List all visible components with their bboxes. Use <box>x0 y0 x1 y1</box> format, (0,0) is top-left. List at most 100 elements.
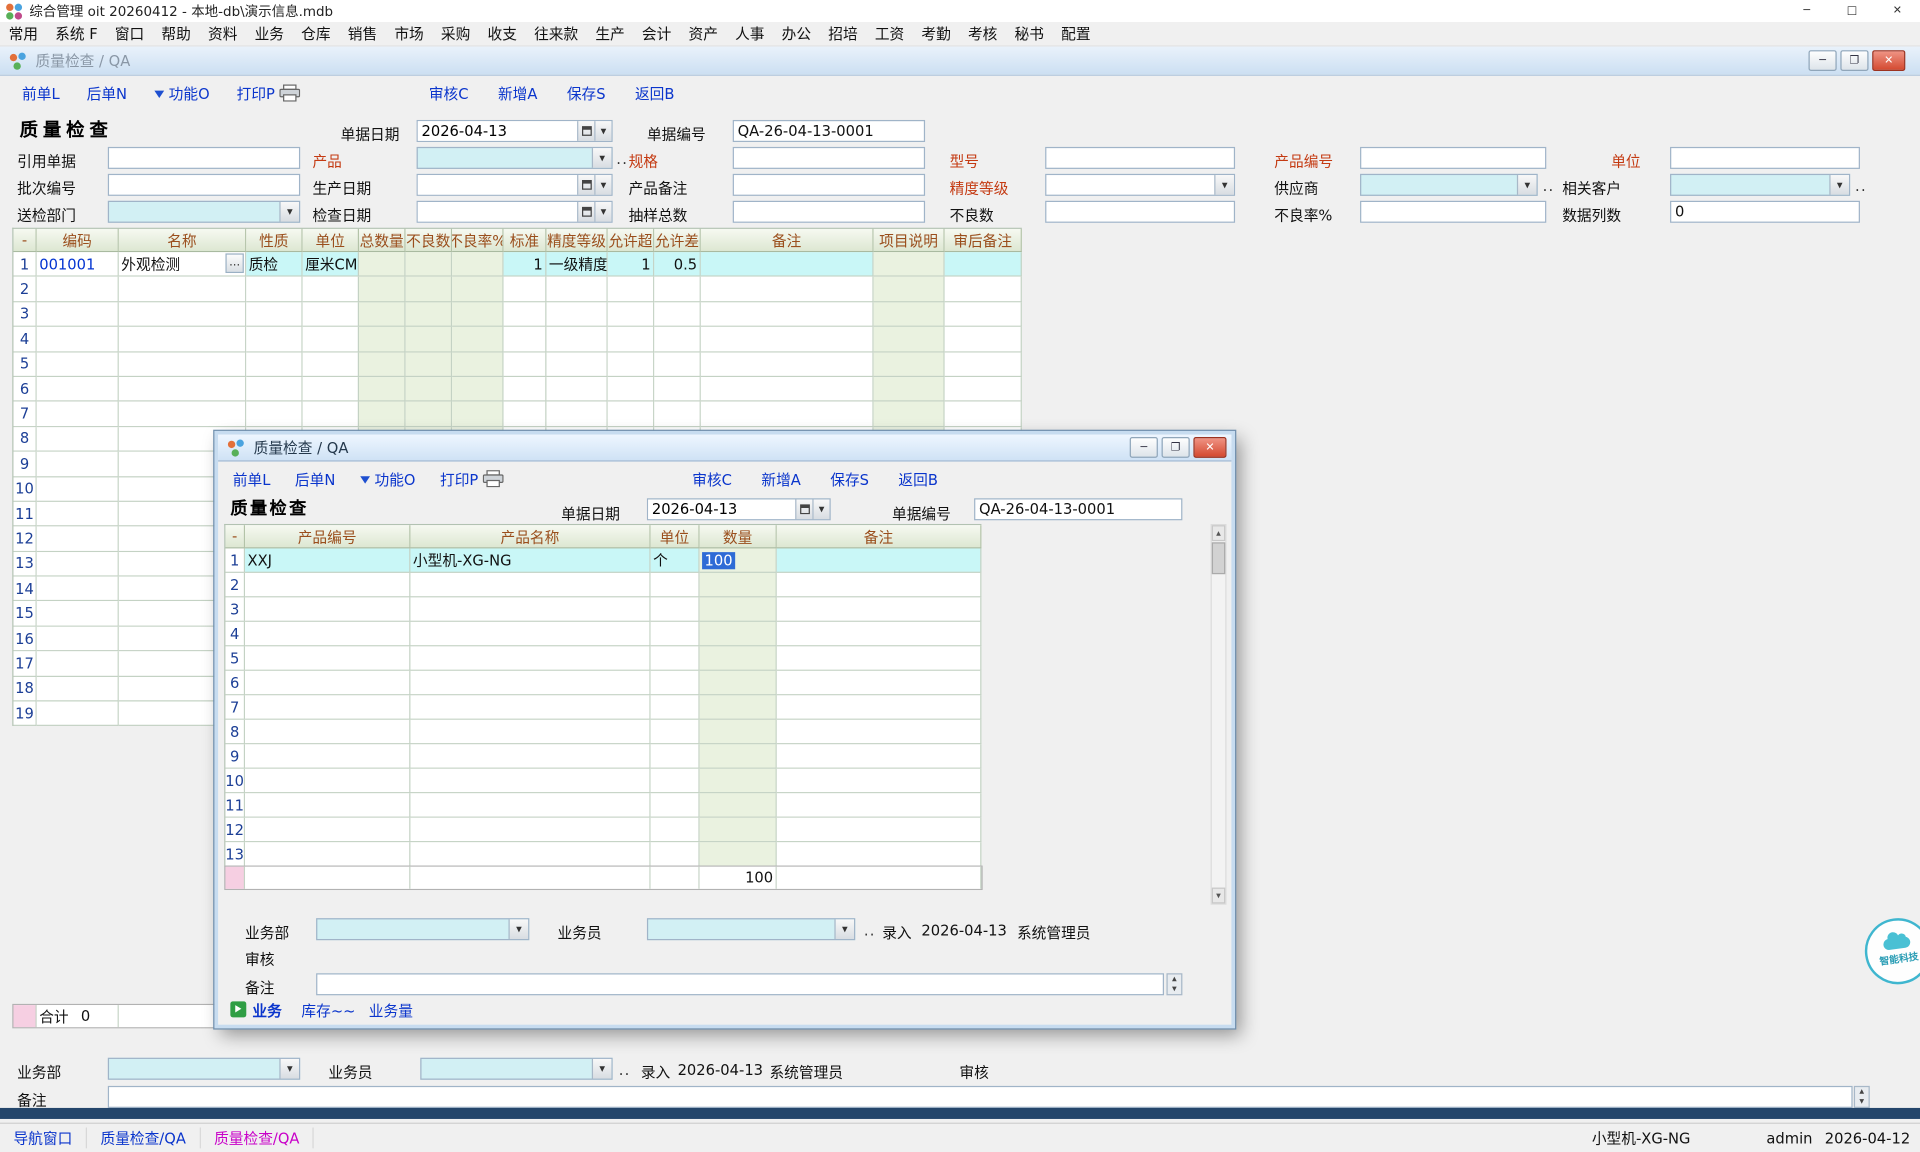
cell[interactable] <box>777 842 982 866</box>
next-bill-button[interactable]: 后单N <box>87 83 127 104</box>
column-header[interactable]: 性质 <box>246 229 302 252</box>
cell[interactable]: 个 <box>651 548 700 572</box>
cell[interactable]: 质检 <box>246 252 302 277</box>
modal-note-input[interactable] <box>316 973 1164 995</box>
cell[interactable] <box>303 327 359 352</box>
cell[interactable] <box>651 842 700 866</box>
cell[interactable] <box>654 377 701 402</box>
doc-close-button[interactable]: ✕ <box>1872 50 1905 71</box>
modal-bill-no-input[interactable] <box>974 498 1182 520</box>
table-row[interactable]: 2 <box>13 277 1021 302</box>
cell[interactable] <box>777 818 982 842</box>
cell[interactable] <box>777 622 982 646</box>
table-row[interactable]: 5 <box>225 646 981 670</box>
cell[interactable] <box>406 402 453 427</box>
cell[interactable] <box>700 818 777 842</box>
prod-date-dropdown-arrow[interactable]: ▼ <box>594 175 611 195</box>
cell[interactable] <box>410 744 650 768</box>
cell[interactable] <box>608 377 655 402</box>
cell[interactable] <box>700 695 777 719</box>
cell[interactable] <box>303 377 359 402</box>
dropdown-arrow-icon[interactable]: ▼ <box>1829 175 1849 195</box>
cell[interactable] <box>701 252 874 277</box>
cell[interactable] <box>410 622 650 646</box>
cell[interactable] <box>452 377 503 402</box>
spinner-down-icon[interactable]: ▼ <box>1855 1097 1868 1107</box>
check-date-input[interactable] <box>418 202 577 222</box>
cell[interactable] <box>700 793 777 817</box>
menu-item[interactable]: 人事 <box>727 21 774 47</box>
row-number-cell[interactable]: 4 <box>13 327 36 352</box>
row-number-cell[interactable]: 7 <box>13 402 36 427</box>
cell[interactable] <box>608 302 655 327</box>
cell[interactable] <box>359 277 406 302</box>
cell[interactable] <box>701 277 874 302</box>
cell[interactable] <box>410 818 650 842</box>
column-header[interactable]: 单位 <box>303 229 359 252</box>
row-number-cell[interactable]: 8 <box>13 427 36 452</box>
sample-total-input[interactable] <box>733 201 925 223</box>
statusbar-tab[interactable]: 导航窗口 <box>0 1128 87 1148</box>
column-header[interactable]: 不良率% <box>452 229 503 252</box>
cell[interactable] <box>874 402 945 427</box>
cell[interactable] <box>359 402 406 427</box>
row-number-cell[interactable]: 12 <box>13 527 36 552</box>
supplier-combo[interactable]: ▼ <box>1360 174 1538 196</box>
menu-item[interactable]: 会计 <box>633 21 680 47</box>
row-number-cell[interactable]: 10 <box>13 477 36 502</box>
biz-dept-combo[interactable]: ▼ <box>108 1058 300 1080</box>
menu-item[interactable]: 配置 <box>1053 21 1100 47</box>
modal-save-button[interactable]: 保存S <box>830 468 869 489</box>
cell[interactable] <box>37 327 119 352</box>
table-row[interactable]: 1001001外观检测…质检厘米CM1一级精度10.5 <box>13 252 1021 277</box>
row-number-cell[interactable]: 6 <box>13 377 36 402</box>
cell[interactable] <box>700 671 777 695</box>
row-number-cell[interactable]: 4 <box>225 622 245 646</box>
cell[interactable] <box>246 352 302 377</box>
cell[interactable]: 一级精度 <box>546 252 607 277</box>
save-button[interactable]: 保存S <box>567 83 606 104</box>
cell[interactable] <box>700 744 777 768</box>
print-button[interactable]: 打印P <box>237 83 301 104</box>
dropdown-arrow-icon[interactable]: ▼ <box>1517 175 1537 195</box>
column-header[interactable]: 标准 <box>504 229 547 252</box>
cell[interactable] <box>504 402 547 427</box>
column-header[interactable]: 名称 <box>119 229 246 252</box>
row-number-cell[interactable]: 17 <box>13 652 36 677</box>
defect-rate-input[interactable] <box>1360 201 1546 223</box>
cell[interactable] <box>945 302 1022 327</box>
cell[interactable] <box>874 252 945 277</box>
vertical-scrollbar[interactable]: ▲ ▼ <box>1211 524 1227 905</box>
cell[interactable] <box>303 352 359 377</box>
tab-business-volume[interactable]: 业务量 <box>369 1000 413 1021</box>
cell[interactable] <box>37 677 119 702</box>
cell[interactable] <box>651 695 700 719</box>
cell[interactable] <box>608 327 655 352</box>
cell[interactable] <box>651 573 700 597</box>
row-number-cell[interactable]: 6 <box>225 671 245 695</box>
cell[interactable] <box>651 818 700 842</box>
cell[interactable] <box>245 769 410 793</box>
cell[interactable] <box>245 573 410 597</box>
cell[interactable] <box>359 327 406 352</box>
cell[interactable] <box>651 720 700 744</box>
dept-combo[interactable]: ▼ <box>108 201 300 223</box>
customer-browse-dots[interactable]: .. <box>1855 178 1867 195</box>
cell[interactable] <box>452 327 503 352</box>
cell[interactable] <box>700 842 777 866</box>
cell[interactable] <box>651 646 700 670</box>
browse-button[interactable]: … <box>225 253 243 273</box>
table-row[interactable]: 3 <box>225 597 981 621</box>
cell[interactable] <box>701 352 874 377</box>
dropdown-arrow-icon[interactable]: ▼ <box>1214 175 1234 195</box>
cell[interactable] <box>410 695 650 719</box>
cell[interactable]: 厘米CM <box>303 252 359 277</box>
column-header[interactable]: 备注 <box>777 525 982 548</box>
product-browse-dots[interactable]: .. <box>616 151 628 168</box>
cell[interactable] <box>37 652 119 677</box>
table-row[interactable]: 6 <box>225 671 981 695</box>
cell[interactable] <box>700 720 777 744</box>
cell[interactable] <box>406 327 453 352</box>
cell[interactable] <box>777 695 982 719</box>
menu-item[interactable]: 工资 <box>866 21 913 47</box>
